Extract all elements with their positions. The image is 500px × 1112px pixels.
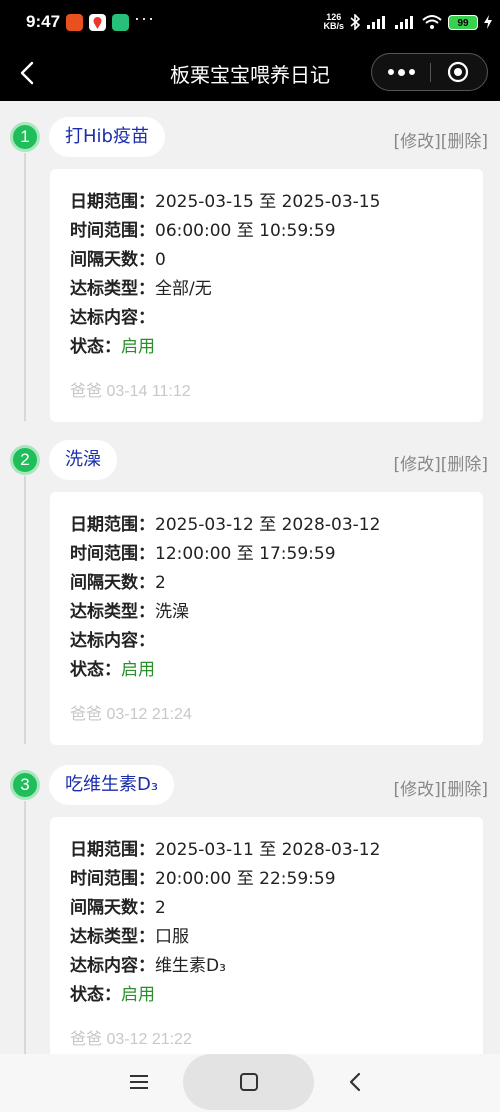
- entry-actions: [修改][删除]: [393, 775, 488, 800]
- edit-button[interactable]: [修改]: [393, 132, 440, 152]
- edit-button[interactable]: [修改]: [393, 780, 440, 800]
- status-time: 9:47: [26, 12, 61, 31]
- time-range-row: 时间范围：20:00:00 至 22:59:59: [70, 869, 336, 889]
- entry-actions: [修改][删除]: [393, 450, 488, 475]
- entry-card: 日期范围：2025-03-12 至 2028-03-12 时间范围：12:00:…: [50, 492, 483, 745]
- date-range-row: 日期范围：2025-03-15 至 2025-03-15: [70, 192, 381, 212]
- nav-bar: 板栗宝宝喂养日记: [0, 45, 500, 101]
- close-miniprogram-button[interactable]: [429, 54, 487, 90]
- entry-index-badge: 1: [10, 122, 40, 152]
- menu-icon: [130, 1075, 148, 1089]
- map-pin-app-icon: [89, 14, 106, 31]
- red-app-icon: [66, 14, 83, 31]
- status-badge: 启用: [121, 985, 155, 1005]
- entry-index-badge: 2: [10, 445, 40, 475]
- entry-card: 日期范围：2025-03-15 至 2025-03-15 时间范围：06:00:…: [50, 169, 483, 422]
- entry-name: 打Hib疫苗: [49, 117, 165, 157]
- status-row: 状态：启用: [70, 985, 155, 1005]
- date-range-row: 日期范围：2025-03-11 至 2028-03-12: [70, 840, 381, 860]
- status-indicators: 126 KB/s 99: [323, 10, 492, 34]
- home-button[interactable]: [183, 1054, 314, 1110]
- status-badge: 启用: [121, 337, 155, 357]
- target-type-row: 达标类型：全部/无: [70, 279, 212, 299]
- created-by: 爸爸 03-14 11:12: [70, 383, 191, 400]
- battery-icon: 99: [448, 14, 478, 30]
- timeline-line: [24, 153, 26, 421]
- green-app-icon: [112, 14, 129, 31]
- signal-icon: [367, 16, 385, 29]
- status-row: 状态：启用: [70, 660, 155, 680]
- time-range-row: 时间范围：06:00:00 至 10:59:59: [70, 221, 336, 241]
- target-content-row: 达标内容：: [70, 631, 155, 651]
- target-content-row: 达标内容：维生素D₃: [70, 956, 226, 976]
- signal-icon-2: [395, 16, 413, 29]
- charging-icon: [484, 15, 492, 29]
- interval-row: 间隔天数：0: [70, 250, 166, 270]
- recent-apps-button[interactable]: [129, 1072, 149, 1092]
- interval-row: 间隔天数：2: [70, 573, 166, 593]
- dot-icon: [387, 69, 394, 75]
- schedule-list: 1 打Hib疫苗 [修改][删除] 日期范围：2025-03-15 至 2025…: [0, 101, 500, 1054]
- chevron-left-icon: [349, 1072, 361, 1092]
- target-content-row: 达标内容：: [70, 308, 155, 328]
- delete-button[interactable]: [删除]: [441, 780, 488, 800]
- screen: 9:47 ··· 126 KB/s 99 板栗宝宝喂养日记 1 打Hib疫苗 […: [0, 0, 500, 1112]
- date-range-row: 日期范围：2025-03-12 至 2028-03-12: [70, 515, 381, 535]
- entry-name: 吃维生素D₃: [49, 765, 175, 805]
- created-by: 爸爸 03-12 21:24: [70, 706, 192, 723]
- more-menu-button[interactable]: [372, 54, 430, 90]
- system-nav-bar: [0, 1054, 500, 1112]
- dot-icon: [397, 68, 405, 76]
- time-range-row: 时间范围：12:00:00 至 17:59:59: [70, 544, 336, 564]
- net-speed: 126 KB/s: [323, 12, 344, 31]
- target-type-row: 达标类型：口服: [70, 927, 189, 947]
- delete-button[interactable]: [删除]: [441, 132, 488, 152]
- entry-actions: [修改][删除]: [393, 127, 488, 152]
- timeline-line: [24, 801, 26, 1054]
- mini-program-capsule: [371, 53, 488, 91]
- status-row: 状态：启用: [70, 337, 155, 357]
- wifi-icon: [422, 15, 442, 29]
- edit-button[interactable]: [修改]: [393, 455, 440, 475]
- entry-index-badge: 3: [10, 770, 40, 800]
- delete-button[interactable]: [删除]: [441, 455, 488, 475]
- status-bar: 9:47 ··· 126 KB/s 99: [0, 0, 500, 45]
- bluetooth-icon: [350, 14, 360, 30]
- more-notifications-icon: ···: [134, 8, 155, 28]
- created-by: 爸爸 03-12 21:22: [70, 1031, 192, 1048]
- interval-row: 间隔天数：2: [70, 898, 166, 918]
- dot-icon: [408, 69, 415, 75]
- status-badge: 启用: [121, 660, 155, 680]
- entry-name: 洗澡: [49, 440, 117, 480]
- target-type-row: 达标类型：洗澡: [70, 602, 189, 622]
- square-home-icon: [239, 1073, 258, 1091]
- timeline-line: [24, 476, 26, 744]
- system-back-button[interactable]: [345, 1070, 365, 1094]
- entry-card: 日期范围：2025-03-11 至 2028-03-12 时间范围：20:00:…: [50, 817, 483, 1054]
- target-close-icon: [447, 61, 469, 83]
